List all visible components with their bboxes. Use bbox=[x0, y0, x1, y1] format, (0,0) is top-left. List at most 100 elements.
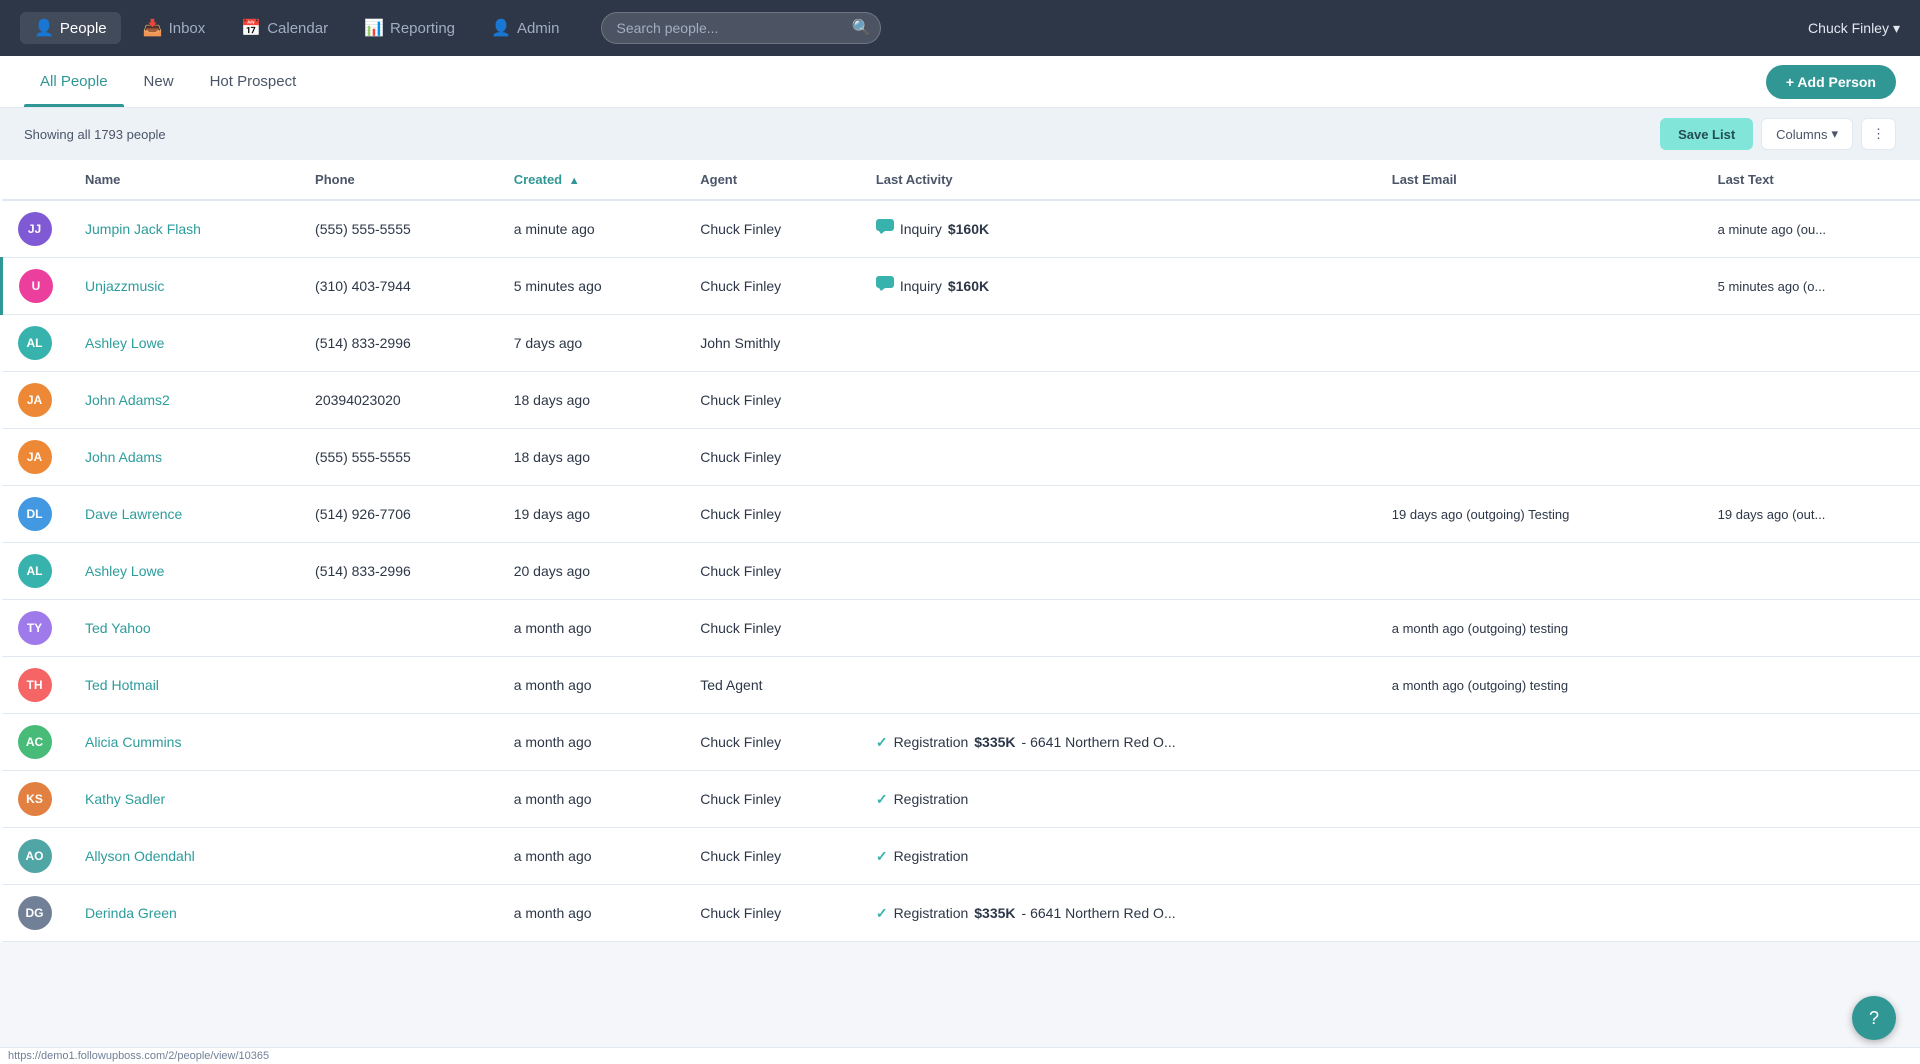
person-last-text bbox=[1702, 771, 1920, 828]
person-agent: Chuck Finley bbox=[684, 372, 860, 429]
help-button[interactable]: ? bbox=[1852, 996, 1896, 1040]
person-created: a month ago bbox=[498, 885, 685, 942]
person-phone bbox=[299, 600, 498, 657]
table-row[interactable]: TYTed Yahooa month agoChuck Finleya mont… bbox=[2, 600, 1920, 657]
col-agent[interactable]: Agent bbox=[684, 160, 860, 200]
person-created: a month ago bbox=[498, 828, 685, 885]
avatar-cell: AO bbox=[2, 828, 70, 885]
table-row[interactable]: ACAlicia Cumminsa month agoChuck Finley✓… bbox=[2, 714, 1920, 771]
person-name[interactable]: John Adams2 bbox=[69, 372, 299, 429]
person-name[interactable]: Alicia Cummins bbox=[69, 714, 299, 771]
person-name[interactable]: Ted Hotmail bbox=[69, 657, 299, 714]
col-phone[interactable]: Phone bbox=[299, 160, 498, 200]
user-menu[interactable]: Chuck Finley ▾ bbox=[1808, 20, 1900, 37]
table-row[interactable]: UUnjazzmusic(310) 403-79445 minutes agoC… bbox=[2, 258, 1920, 315]
avatar: AL bbox=[18, 554, 52, 588]
avatar: KS bbox=[18, 782, 52, 816]
activity-wrap: Inquiry $160K bbox=[876, 276, 1360, 297]
person-phone bbox=[299, 771, 498, 828]
tab-new-label: New bbox=[144, 73, 174, 90]
person-created: a month ago bbox=[498, 714, 685, 771]
col-name[interactable]: Name bbox=[69, 160, 299, 200]
person-created: a minute ago bbox=[498, 200, 685, 258]
col-last-activity[interactable]: Last Activity bbox=[860, 160, 1376, 200]
person-phone bbox=[299, 828, 498, 885]
person-last-activity: Inquiry $160K bbox=[860, 200, 1376, 258]
person-last-text bbox=[1702, 600, 1920, 657]
tab-new[interactable]: New bbox=[128, 56, 190, 107]
person-name[interactable]: Jumpin Jack Flash bbox=[69, 200, 299, 258]
nav-calendar[interactable]: 📅 Calendar bbox=[227, 12, 342, 44]
admin-icon: 👤 bbox=[491, 18, 511, 38]
statusbar: https://demo1.followupboss.com/2/people/… bbox=[0, 1047, 1920, 1064]
columns-button[interactable]: Columns ▾ bbox=[1761, 118, 1853, 150]
col-last-text[interactable]: Last Text bbox=[1702, 160, 1920, 200]
person-name[interactable]: Ted Yahoo bbox=[69, 600, 299, 657]
person-phone: (310) 403-7944 bbox=[299, 258, 498, 315]
person-last-text bbox=[1702, 885, 1920, 942]
nav-reporting[interactable]: 📊 Reporting bbox=[350, 12, 469, 44]
table-row[interactable]: JAJohn Adams(555) 555-555518 days agoChu… bbox=[2, 429, 1920, 486]
inbox-icon: 📥 bbox=[143, 18, 163, 38]
table-row[interactable]: DGDerinda Greena month agoChuck Finley✓R… bbox=[2, 885, 1920, 942]
person-name[interactable]: Ashley Lowe bbox=[69, 315, 299, 372]
avatar-cell: AC bbox=[2, 714, 70, 771]
table-row[interactable]: JJJumpin Jack Flash(555) 555-5555a minut… bbox=[2, 200, 1920, 258]
person-phone: (555) 555-5555 bbox=[299, 200, 498, 258]
person-last-email bbox=[1376, 372, 1702, 429]
person-name[interactable]: Allyson Odendahl bbox=[69, 828, 299, 885]
person-last-activity: ✓Registration $335K - 6641 Northern Red … bbox=[860, 885, 1376, 942]
nav-people[interactable]: 👤 People bbox=[20, 12, 121, 44]
filter-button[interactable]: ⋮ bbox=[1861, 118, 1896, 150]
person-agent: Chuck Finley bbox=[684, 828, 860, 885]
table-row[interactable]: THTed Hotmaila month agoTed Agenta month… bbox=[2, 657, 1920, 714]
table-row[interactable]: KSKathy Sadlera month agoChuck Finley✓Re… bbox=[2, 771, 1920, 828]
table-row[interactable]: AOAllyson Odendahl a month agoChuck Finle… bbox=[2, 828, 1920, 885]
add-person-button[interactable]: + Add Person bbox=[1766, 65, 1896, 99]
avatar: DL bbox=[18, 497, 52, 531]
person-last-email bbox=[1376, 828, 1702, 885]
col-last-email[interactable]: Last Email bbox=[1376, 160, 1702, 200]
person-name[interactable]: Dave Lawrence bbox=[69, 486, 299, 543]
showing-text: Showing all 1793 people bbox=[24, 127, 166, 142]
avatar-cell: DG bbox=[2, 885, 70, 942]
add-person-label: + Add Person bbox=[1786, 74, 1876, 90]
tab-all-people[interactable]: All People bbox=[24, 56, 124, 107]
tab-hot-prospect[interactable]: Hot Prospect bbox=[194, 56, 313, 107]
chevron-down-icon: ▾ bbox=[1893, 20, 1900, 37]
person-name[interactable]: Derinda Green bbox=[69, 885, 299, 942]
person-name[interactable]: Ashley Lowe bbox=[69, 543, 299, 600]
person-created: 5 minutes ago bbox=[498, 258, 685, 315]
avatar: AC bbox=[18, 725, 52, 759]
nav-inbox-label: Inbox bbox=[169, 20, 206, 37]
col-created-label: Created bbox=[514, 172, 562, 187]
table-header-row: Name Phone Created ▲ Agent Last Activity… bbox=[2, 160, 1920, 200]
nav-admin[interactable]: 👤 Admin bbox=[477, 12, 573, 44]
save-list-button[interactable]: Save List bbox=[1660, 118, 1753, 150]
person-created: 18 days ago bbox=[498, 372, 685, 429]
avatar-cell: DL bbox=[2, 486, 70, 543]
col-created[interactable]: Created ▲ bbox=[498, 160, 685, 200]
table-row[interactable]: JAJohn Adams22039402302018 days agoChuck… bbox=[2, 372, 1920, 429]
person-name[interactable]: Unjazzmusic bbox=[69, 258, 299, 315]
person-name[interactable]: Kathy Sadler bbox=[69, 771, 299, 828]
person-phone: (514) 926-7706 bbox=[299, 486, 498, 543]
avatar-cell: U bbox=[2, 258, 70, 315]
activity-wrap: ✓Registration bbox=[876, 848, 1360, 865]
person-agent: Chuck Finley bbox=[684, 714, 860, 771]
table-row[interactable]: DL Dave Lawrence(514) 926-7706 19 days ago… bbox=[2, 486, 1920, 543]
search-wrap: 🔍 bbox=[601, 12, 881, 44]
person-name[interactable]: John Adams bbox=[69, 429, 299, 486]
search-input[interactable] bbox=[601, 12, 881, 44]
people-table-wrap: Name Phone Created ▲ Agent Last Activity… bbox=[0, 160, 1920, 942]
table-row[interactable]: ALAshley Lowe(514) 833-29967 days agoJoh… bbox=[2, 315, 1920, 372]
nav-inbox[interactable]: 📥 Inbox bbox=[129, 12, 220, 44]
person-phone bbox=[299, 657, 498, 714]
table-row[interactable]: ALAshley Lowe(514) 833-299620 days agoCh… bbox=[2, 543, 1920, 600]
more-icon: ⋮ bbox=[1872, 126, 1885, 141]
statusbar-url: https://demo1.followupboss.com/2/people/… bbox=[8, 1050, 269, 1062]
check-icon: ✓ bbox=[876, 905, 888, 922]
person-last-email: 19 days ago (outgoing) Testing bbox=[1376, 486, 1702, 543]
people-table: Name Phone Created ▲ Agent Last Activity… bbox=[0, 160, 1920, 942]
person-last-activity: ✓Registration bbox=[860, 771, 1376, 828]
